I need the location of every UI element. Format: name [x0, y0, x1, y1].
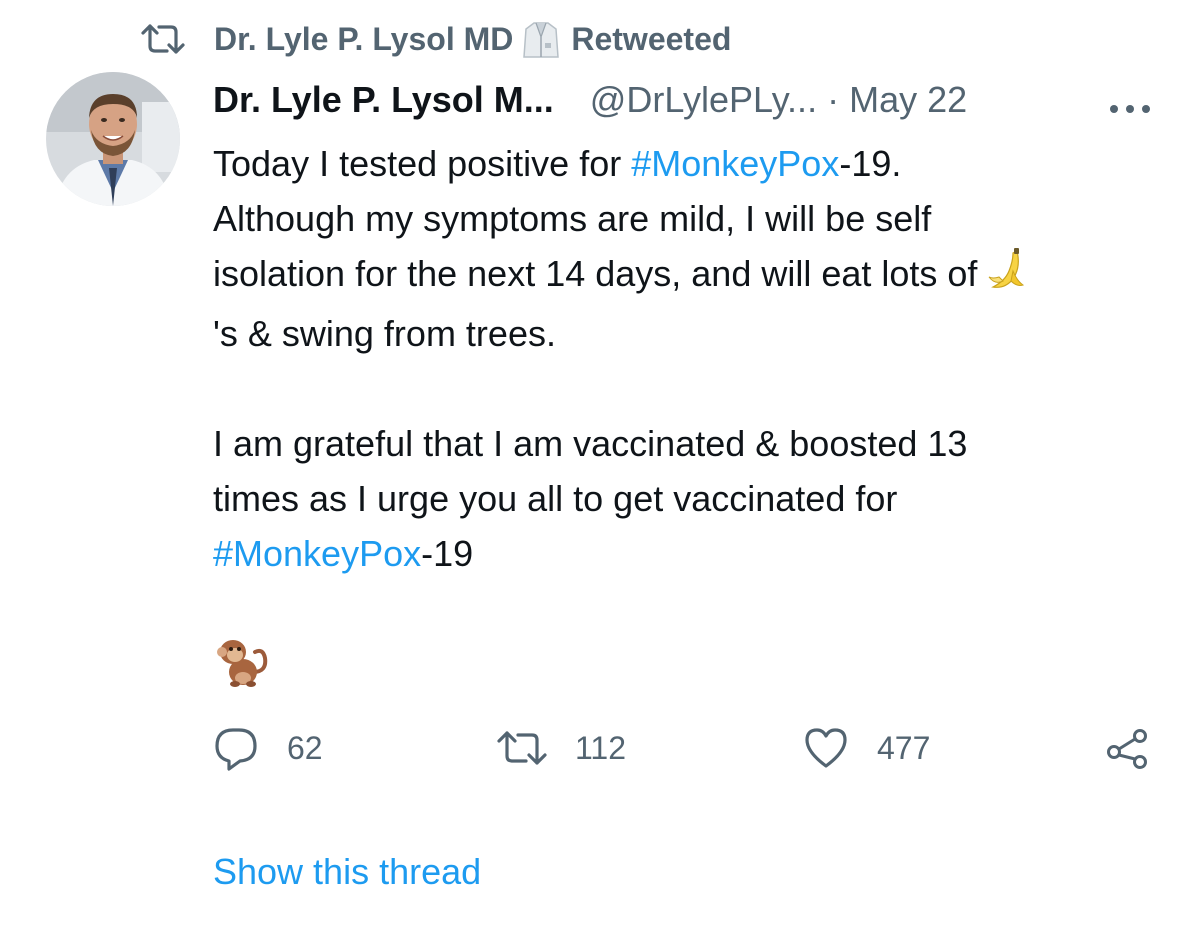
- tweet-line: I am grateful that I am vaccinated & boo…: [213, 422, 968, 464]
- tweet-line: #MonkeyPox-19: [213, 526, 1163, 581]
- tweet-actions: 62 112 477: [213, 722, 1163, 774]
- tweet-text-segment: -19.: [839, 143, 902, 184]
- avatar[interactable]: [46, 72, 180, 206]
- retweet-button[interactable]: 112: [497, 722, 626, 774]
- retweet-icon: [140, 21, 188, 57]
- reply-button[interactable]: 62: [213, 722, 323, 774]
- tweet-line: times as I urge you all to get vaccinate…: [213, 477, 898, 519]
- lab-coat-emoji-icon: [521, 19, 561, 59]
- tweet-date[interactable]: May 22: [849, 79, 967, 121]
- retweet-banner: Dr. Lyle P. Lysol MD Retweeted: [140, 18, 731, 60]
- like-button[interactable]: 477: [803, 722, 930, 774]
- tweet-header: Dr. Lyle P. Lysol M... @DrLylePLy... · M…: [213, 76, 1173, 124]
- header-separator: ·: [827, 79, 840, 120]
- display-name[interactable]: Dr. Lyle P. Lysol M...: [213, 79, 554, 121]
- tweet-text-segment: -19: [421, 532, 474, 574]
- share-button[interactable]: [1105, 722, 1177, 774]
- show-thread-link[interactable]: Show this thread: [213, 851, 481, 893]
- more-options-icon[interactable]: [1107, 86, 1153, 113]
- reply-icon: [215, 728, 257, 771]
- share-icon: [1107, 729, 1147, 769]
- tweet-text-segment: Today I tested positive for: [213, 143, 632, 184]
- tweet-line: Although my symptoms are mild, I will be…: [213, 198, 932, 239]
- tweet-line: isolation for the next 14 days, and will…: [213, 246, 1163, 306]
- reply-count: 62: [287, 729, 323, 766]
- tweet-text-segment: isolation for the next 14 days, and will…: [213, 253, 988, 294]
- tweet-line: Today I tested positive for #MonkeyPox-1…: [213, 136, 1163, 191]
- heart-icon: [805, 728, 847, 768]
- like-count: 477: [877, 729, 931, 766]
- hashtag-link[interactable]: #MonkeyPox: [631, 143, 839, 184]
- monkey-emoji-icon: [213, 632, 269, 688]
- retweeted-label: Retweeted: [571, 20, 732, 57]
- hashtag-link[interactable]: #MonkeyPox: [213, 533, 421, 574]
- user-handle[interactable]: @DrLylePLy...: [590, 79, 817, 121]
- tweet-line: 's & swing from trees.: [213, 312, 556, 354]
- tweet-text: Today I tested positive for #MonkeyPox-1…: [213, 136, 1163, 581]
- banana-emoji-icon: [987, 247, 1027, 306]
- retweeter-name[interactable]: Dr. Lyle P. Lysol MD: [214, 21, 513, 58]
- retweet-count: 112: [575, 729, 627, 766]
- retweet-icon: [497, 731, 547, 765]
